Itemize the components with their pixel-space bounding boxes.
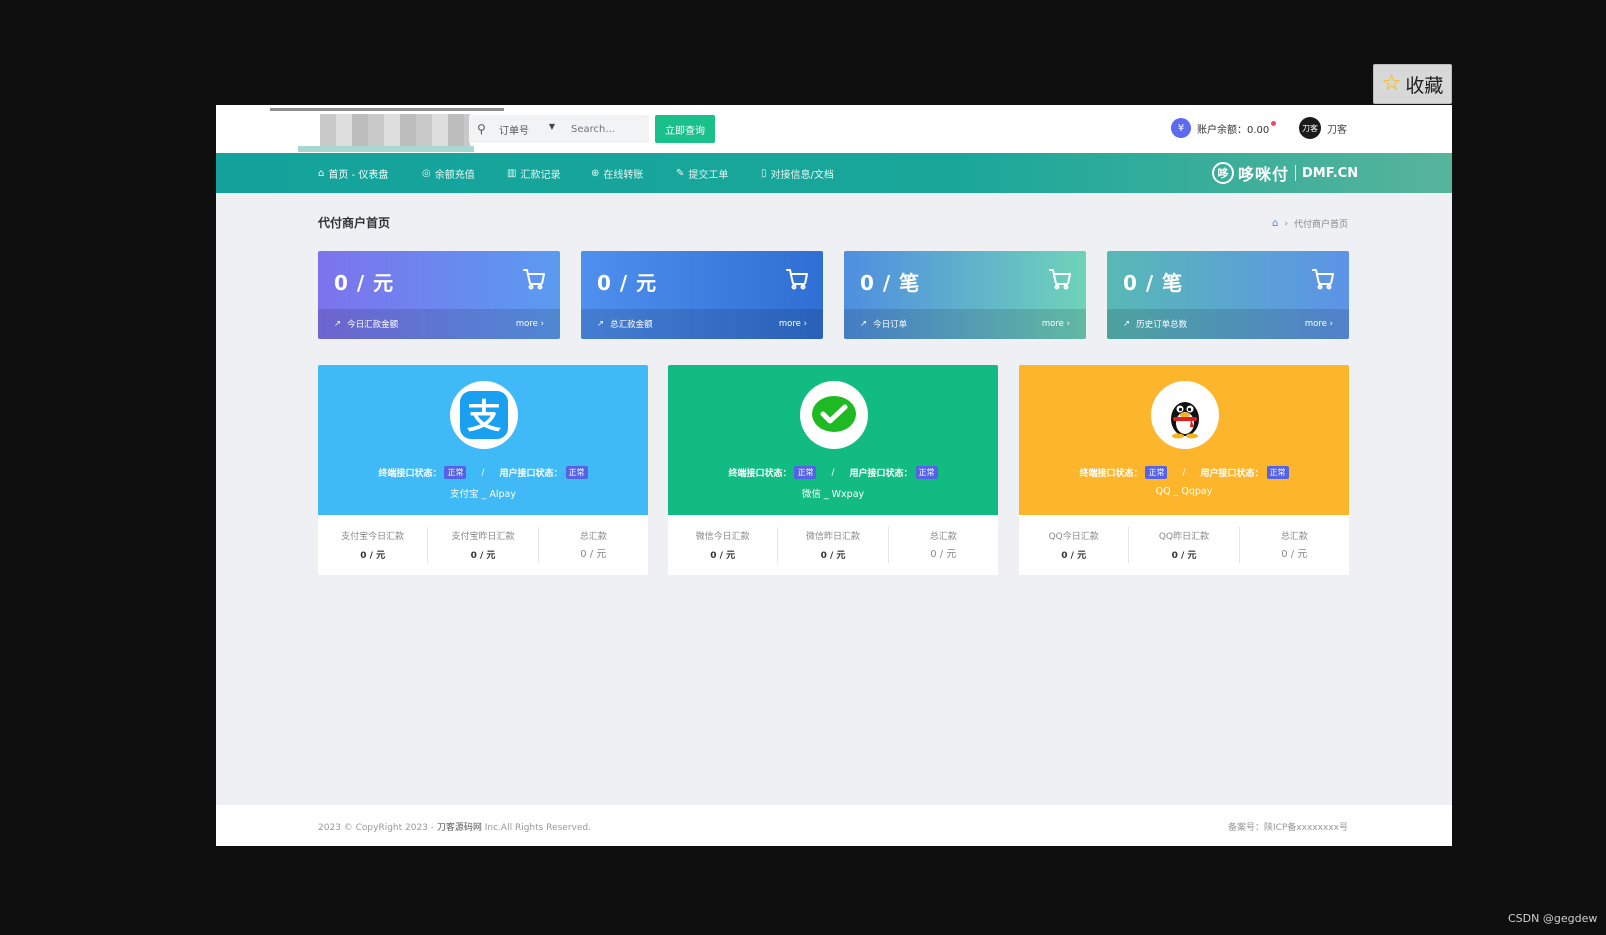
wechat-icon bbox=[800, 381, 868, 449]
main-nav: ⌂ 首页 - 仪表盘 ◎ 余额充值 ▥ 汇款记录 ⊕ 在线转账 ✎ 提交工单 ▯… bbox=[216, 153, 1452, 193]
globe-icon: ⊕ bbox=[591, 168, 600, 179]
breadcrumb: ⌂ › 代付商户首页 bbox=[1272, 217, 1348, 230]
status-badge: 正常 bbox=[915, 466, 938, 479]
doc-icon: ▯ bbox=[761, 168, 767, 179]
qq-icon bbox=[1151, 381, 1219, 449]
stat-card-total-amount: 0 / 元 ↗ 总汇款金额 more › bbox=[581, 251, 823, 339]
total-remit-value: 0 / 元 bbox=[1281, 549, 1308, 560]
more-link[interactable]: more › bbox=[1042, 319, 1070, 329]
stat-value: 0 / 笔 bbox=[860, 271, 921, 295]
svg-text:支: 支 bbox=[467, 397, 501, 437]
channel-name: QQ _ Qqpay bbox=[1155, 486, 1213, 497]
yesterday-remit-value: 0 / 元 bbox=[1171, 551, 1197, 561]
stat-value: 0 / 元 bbox=[597, 271, 658, 295]
interface-status: 终端接口状态： 正常 / 用户接口状态： 正常 bbox=[668, 466, 998, 479]
user-name: 刀客 bbox=[1327, 124, 1347, 136]
watermark: CSDN @gegdew bbox=[1508, 912, 1598, 925]
interface-status: 终端接口状态： 正常 / 用户接口状态： 正常 bbox=[1019, 466, 1349, 479]
yesterday-remit-value: 0 / 元 bbox=[470, 551, 496, 561]
top-header: ⚲ 订单号 ▼ 立即查询 ¥ 账户余额：0.00 刀客 刀客 bbox=[216, 105, 1452, 153]
more-link[interactable]: more › bbox=[779, 319, 807, 329]
query-button[interactable]: 立即查询 bbox=[655, 115, 715, 143]
copyright: 2023 © CopyRight 2023 - 刀客源码网 Inc.All Ri… bbox=[318, 823, 591, 833]
channel-name: 微信 _ Wxpay bbox=[801, 489, 865, 500]
interface-status: 终端接口状态： 正常 / 用户接口状态： 正常 bbox=[318, 466, 648, 479]
channel-card-wechat: 终端接口状态： 正常 / 用户接口状态： 正常 微信 _ Wxpay 微信今日汇款 0… bbox=[668, 365, 998, 575]
status-badge: 正常 bbox=[1145, 466, 1168, 479]
user-menu[interactable]: 刀客 刀客 bbox=[1299, 117, 1347, 139]
favorite-button[interactable]: ☆ 收藏 bbox=[1373, 64, 1452, 104]
trend-icon: ↗ bbox=[597, 319, 605, 329]
stat-value: 0 / 笔 bbox=[1123, 271, 1184, 295]
search-icon: ⚲ bbox=[477, 122, 486, 136]
star-icon: ☆ bbox=[1381, 71, 1402, 96]
stat-value: 0 / 元 bbox=[334, 271, 395, 295]
channel-card-alipay: 支 终端接口状态： 正常 / 用户接口状态： 正常 支付宝 _ Alpay 支付宝今… bbox=[318, 365, 648, 575]
coin-icon: ◎ bbox=[422, 168, 431, 179]
cart-icon bbox=[1312, 269, 1334, 290]
total-remit-value: 0 / 元 bbox=[580, 549, 607, 560]
order-search: ⚲ 订单号 ▼ bbox=[469, 115, 649, 143]
trend-icon: ↗ bbox=[334, 319, 342, 329]
stat-card-today-orders: 0 / 笔 ↗ 今日订单 more › bbox=[844, 251, 1086, 339]
avatar: 刀客 bbox=[1299, 117, 1321, 139]
page-footer: 2023 © CopyRight 2023 - 刀客源码网 Inc.All Ri… bbox=[216, 805, 1452, 846]
today-remit-value: 0 / 元 bbox=[1061, 551, 1087, 561]
cart-icon bbox=[523, 269, 545, 290]
brand-icon: 哆 bbox=[1212, 162, 1234, 184]
nav-item-remit-records[interactable]: ▥ 汇款记录 bbox=[507, 166, 560, 181]
brand-logo: 哆 哆咪付 DMF.CN bbox=[1212, 161, 1358, 185]
account-balance[interactable]: ¥ 账户余额：0.00 bbox=[1171, 118, 1277, 138]
notification-dot bbox=[1271, 120, 1277, 126]
caret-down-icon: ▼ bbox=[548, 121, 555, 131]
nav-item-dashboard[interactable]: ⌂ 首页 - 仪表盘 bbox=[318, 166, 388, 181]
stat-label: 今日汇款金额 bbox=[347, 320, 399, 330]
status-badge: 正常 bbox=[1266, 466, 1289, 479]
page-title: 代付商户首页 bbox=[318, 216, 391, 230]
balance-text: 账户余额：0.00 bbox=[1197, 124, 1270, 136]
more-link[interactable]: more › bbox=[516, 319, 544, 329]
more-link[interactable]: more › bbox=[1305, 319, 1333, 329]
bar-chart-icon: ▥ bbox=[507, 168, 517, 179]
home-icon: ⌂ bbox=[318, 168, 325, 179]
nav-item-ticket[interactable]: ✎ 提交工单 bbox=[676, 166, 728, 181]
total-remit-value: 0 / 元 bbox=[930, 549, 957, 560]
alipay-icon: 支 bbox=[450, 381, 518, 449]
app-window: ⚲ 订单号 ▼ 立即查询 ¥ 账户余额：0.00 刀客 刀客 ⌂ 首页 - 仪表… bbox=[216, 105, 1452, 846]
nav-item-transfer[interactable]: ⊕ 在线转账 bbox=[591, 166, 643, 181]
cart-icon bbox=[1049, 269, 1071, 290]
edit-icon: ✎ bbox=[676, 168, 685, 179]
status-badge: 正常 bbox=[565, 466, 588, 479]
breadcrumb-current: 代付商户首页 bbox=[1293, 220, 1348, 230]
status-badge: 正常 bbox=[444, 466, 467, 479]
chevron-right-icon: › bbox=[1284, 218, 1288, 229]
trend-icon: ↗ bbox=[860, 319, 868, 329]
channel-card-qq: 终端接口状态： 正常 / 用户接口状态： 正常 QQ _ Qqpay QQ今日汇款 0… bbox=[1019, 365, 1349, 575]
today-remit-value: 0 / 元 bbox=[360, 551, 386, 561]
stat-label: 历史订单总数 bbox=[1136, 320, 1188, 330]
home-icon[interactable]: ⌂ bbox=[1272, 218, 1278, 229]
site-link[interactable]: 刀客源码网 bbox=[437, 823, 482, 833]
today-remit-value: 0 / 元 bbox=[710, 551, 736, 561]
nav-item-recharge[interactable]: ◎ 余额充值 bbox=[422, 166, 475, 181]
cart-icon bbox=[786, 269, 808, 290]
status-badge: 正常 bbox=[794, 466, 817, 479]
favorite-label: 收藏 bbox=[1405, 74, 1444, 97]
trend-icon: ↗ bbox=[1123, 319, 1131, 329]
icp-record[interactable]: 备案号：陕ICP备xxxxxxxx号 bbox=[1228, 820, 1348, 833]
nav-item-docs[interactable]: ▯ 对接信息/文档 bbox=[761, 166, 834, 181]
search-input[interactable] bbox=[571, 123, 641, 135]
stat-card-today-amount: 0 / 元 ↗ 今日汇款金额 more › bbox=[318, 251, 560, 339]
search-type-select[interactable]: 订单号 ▼ bbox=[499, 122, 555, 137]
channel-name: 支付宝 _ Alpay bbox=[450, 489, 516, 500]
stat-label: 总汇款金额 bbox=[610, 320, 653, 330]
yen-icon: ¥ bbox=[1171, 118, 1191, 138]
yesterday-remit-value: 0 / 元 bbox=[820, 551, 846, 561]
stat-label: 今日订单 bbox=[873, 320, 908, 330]
stat-card-total-orders: 0 / 笔 ↗ 历史订单总数 more › bbox=[1107, 251, 1349, 339]
